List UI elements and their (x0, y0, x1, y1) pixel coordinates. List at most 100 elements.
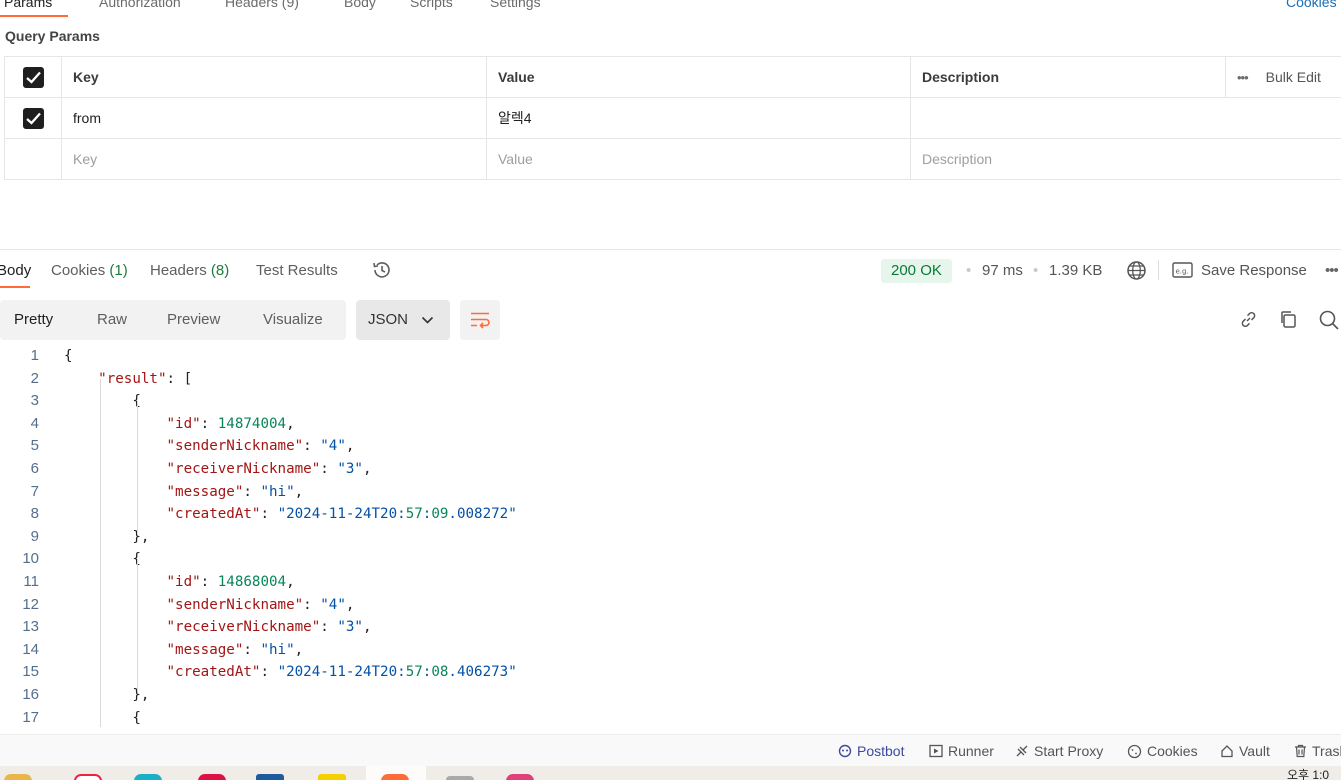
start-proxy-button[interactable]: Start Proxy (1015, 743, 1103, 759)
new-description-input[interactable]: Description (910, 138, 1341, 180)
tab-scripts[interactable]: Scripts (410, 0, 453, 10)
app-icon[interactable] (506, 774, 534, 780)
more-options-icon[interactable]: ••• (1325, 262, 1339, 279)
tab-params[interactable]: Params (4, 0, 52, 10)
postbot-button[interactable]: Postbot (838, 743, 904, 759)
runner-button[interactable]: Runner (929, 743, 994, 759)
select-all-cell[interactable] (4, 56, 62, 98)
app-icon[interactable] (256, 774, 284, 780)
line-number: 2 (30, 369, 39, 387)
tab-label: Cookies (51, 262, 106, 279)
view-preview[interactable]: Preview (167, 311, 220, 328)
divider (1158, 260, 1159, 280)
code-text: "createdAt": "2024-11-24T20:57:09.008272… (166, 506, 517, 523)
tab-headers[interactable]: Headers (9) (225, 0, 299, 10)
view-pretty[interactable]: Pretty (14, 311, 53, 328)
tab-label: Headers (150, 262, 207, 279)
response-body-viewer[interactable]: 1{ 2 "result": [ 3 { 4 "id": 14874004, 5 "se… (0, 345, 1341, 727)
response-time[interactable]: 97 ms (982, 262, 1023, 279)
code-text: { (64, 348, 73, 364)
tab-response-cookies[interactable]: Cookies (1) (51, 262, 128, 279)
view-visualize[interactable]: Visualize (263, 311, 323, 328)
code-text: "id": 14874004, (166, 415, 295, 432)
trash-icon (1295, 744, 1306, 758)
tab-authorization[interactable]: Authorization (99, 0, 181, 10)
trash-label: Trash (1312, 743, 1341, 759)
app-icon[interactable] (134, 774, 162, 780)
code-text: "result": [ (98, 370, 193, 387)
code-text: "senderNickname": "4", (166, 438, 355, 455)
new-value-input[interactable]: Value (486, 138, 911, 180)
tab-settings[interactable]: Settings (490, 0, 541, 10)
postman-icon[interactable] (381, 774, 409, 780)
format-selected-value: JSON (368, 311, 409, 328)
wrap-lines-button[interactable] (460, 300, 500, 340)
tab-body[interactable]: Body (344, 0, 376, 10)
row-enabled-checkbox[interactable] (22, 107, 44, 129)
history-icon[interactable] (371, 259, 393, 286)
file-explorer-icon[interactable] (4, 774, 32, 780)
response-divider[interactable] (0, 249, 1341, 250)
app-icon[interactable] (446, 776, 474, 780)
postbot-label: Postbot (857, 743, 905, 759)
os-taskbar: 오후 1:0 (0, 766, 1341, 780)
tab-response-headers[interactable]: Headers (8) (150, 262, 229, 279)
app-icon[interactable] (198, 774, 226, 780)
browser-icon[interactable] (74, 774, 102, 780)
line-number: 4 (30, 414, 39, 432)
code-line: 17 { (0, 707, 1341, 727)
code-line: 13 "receiverNickname": "3", (0, 616, 1341, 638)
line-number: 11 (23, 573, 39, 590)
tab-response-body[interactable]: Body (0, 262, 31, 279)
code-text: "senderNickname": "4", (166, 596, 355, 613)
vault-icon (1221, 745, 1233, 758)
code-line: 1{ (0, 345, 1341, 367)
line-number: 17 (22, 708, 39, 726)
app-icon[interactable] (318, 774, 346, 780)
code-line: 6 "receiverNickname": "3", (0, 458, 1341, 480)
line-number: 16 (22, 686, 39, 703)
count-badge: (8) (210, 262, 230, 279)
search-icon[interactable] (1318, 309, 1340, 336)
proxy-icon (1016, 745, 1028, 757)
cookies-link[interactable]: Cookies (1286, 0, 1337, 10)
link-icon[interactable] (1238, 309, 1259, 335)
line-number: 9 (30, 527, 39, 545)
query-params-title: Query Params (5, 28, 100, 44)
save-response-button[interactable]: Save Response (1201, 262, 1307, 279)
runner-icon (929, 744, 943, 758)
param-value-input[interactable]: 알렉4 (486, 97, 911, 139)
param-description-input[interactable] (910, 97, 1341, 139)
bulk-edit-cell: ••• Bulk Edit (1225, 56, 1341, 98)
view-raw[interactable]: Raw (97, 311, 127, 328)
code-line: 9 }, (0, 526, 1341, 548)
response-size[interactable]: 1.39 KB (1049, 262, 1102, 279)
code-line: 8 "createdAt": "2024-11-24T20:57:09.0082… (0, 503, 1341, 525)
cookies-label: Cookies (1147, 743, 1198, 759)
trash-button[interactable]: Trash (1294, 743, 1341, 759)
bulk-edit-button[interactable]: Bulk Edit (1266, 69, 1321, 85)
tab-test-results[interactable]: Test Results (256, 262, 338, 279)
code-line: 5 "senderNickname": "4", (0, 435, 1341, 457)
new-key-input[interactable]: Key (61, 138, 487, 180)
column-header-description: Description (910, 56, 1226, 98)
status-badge[interactable]: 200 OK (881, 259, 952, 283)
clock[interactable]: 오후 1:0 (1287, 766, 1329, 780)
vault-button[interactable]: Vault (1220, 743, 1270, 759)
select-all-checkbox[interactable] (22, 66, 44, 88)
code-line: 15 "createdAt": "2024-11-24T20:57:08.406… (0, 661, 1341, 683)
wrap-lines-icon (471, 312, 490, 329)
active-tab-indicator (0, 15, 68, 17)
copy-icon[interactable] (1278, 309, 1299, 335)
vault-label: Vault (1239, 743, 1270, 759)
postbot-icon (838, 744, 852, 758)
cookies-button[interactable]: Cookies (1127, 743, 1198, 759)
save-example-icon[interactable]: e.g. (1172, 261, 1193, 284)
chevron-down-icon (421, 316, 434, 324)
code-line: 3 { (0, 390, 1341, 412)
param-key-input[interactable]: from (61, 97, 487, 139)
indent-guide (137, 560, 138, 690)
more-options-icon[interactable]: ••• (1237, 70, 1249, 85)
format-select[interactable]: JSON (356, 300, 450, 340)
globe-icon[interactable] (1126, 260, 1147, 286)
